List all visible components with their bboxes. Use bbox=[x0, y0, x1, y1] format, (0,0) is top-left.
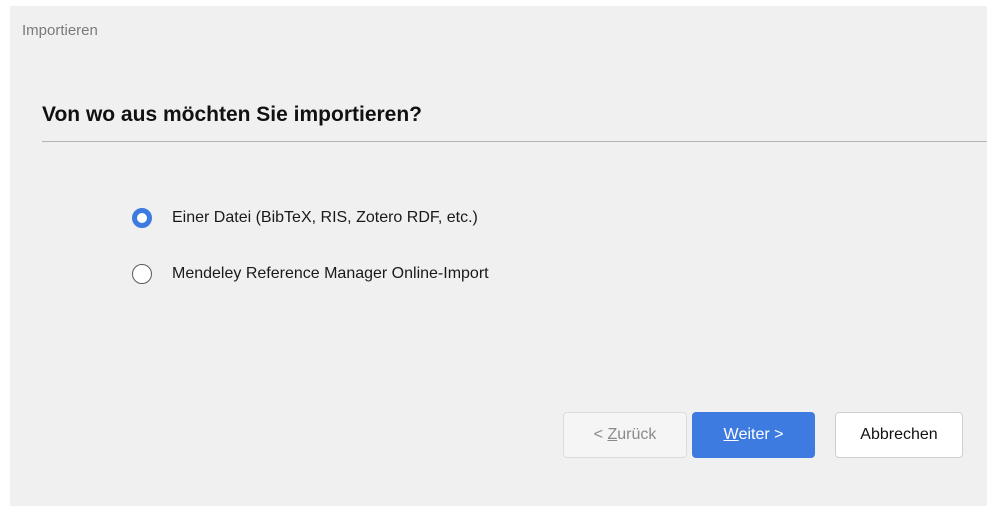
next-button-accesskey: W bbox=[723, 426, 739, 443]
back-button[interactable]: < Zurück bbox=[563, 412, 687, 458]
back-button-accesskey: Z bbox=[607, 426, 618, 443]
heading-divider bbox=[42, 141, 987, 142]
cancel-button[interactable]: Abbrechen bbox=[835, 412, 963, 458]
import-dialog: Importieren Von wo aus möchten Sie impor… bbox=[10, 6, 987, 506]
option-file-import[interactable]: Einer Datei (BibTeX, RIS, Zotero RDF, et… bbox=[132, 208, 478, 228]
next-button-label-rest: eiter > bbox=[738, 426, 784, 443]
option-mendeley-import[interactable]: Mendeley Reference Manager Online-Import bbox=[132, 264, 489, 284]
page-title: Von wo aus möchten Sie importieren? bbox=[42, 103, 422, 126]
cancel-button-label: Abbrechen bbox=[860, 426, 938, 443]
option-mendeley-import-label[interactable]: Mendeley Reference Manager Online-Import bbox=[172, 265, 489, 283]
window-title: Importieren bbox=[22, 22, 98, 39]
option-file-import-label[interactable]: Einer Datei (BibTeX, RIS, Zotero RDF, et… bbox=[172, 209, 478, 227]
back-button-prefix: < bbox=[593, 426, 608, 443]
back-button-label-rest: urück bbox=[617, 426, 657, 443]
next-button[interactable]: Weiter > bbox=[692, 412, 815, 458]
radio-button-file-import-checked[interactable] bbox=[132, 208, 152, 228]
radio-button-mendeley-import[interactable] bbox=[132, 264, 152, 284]
